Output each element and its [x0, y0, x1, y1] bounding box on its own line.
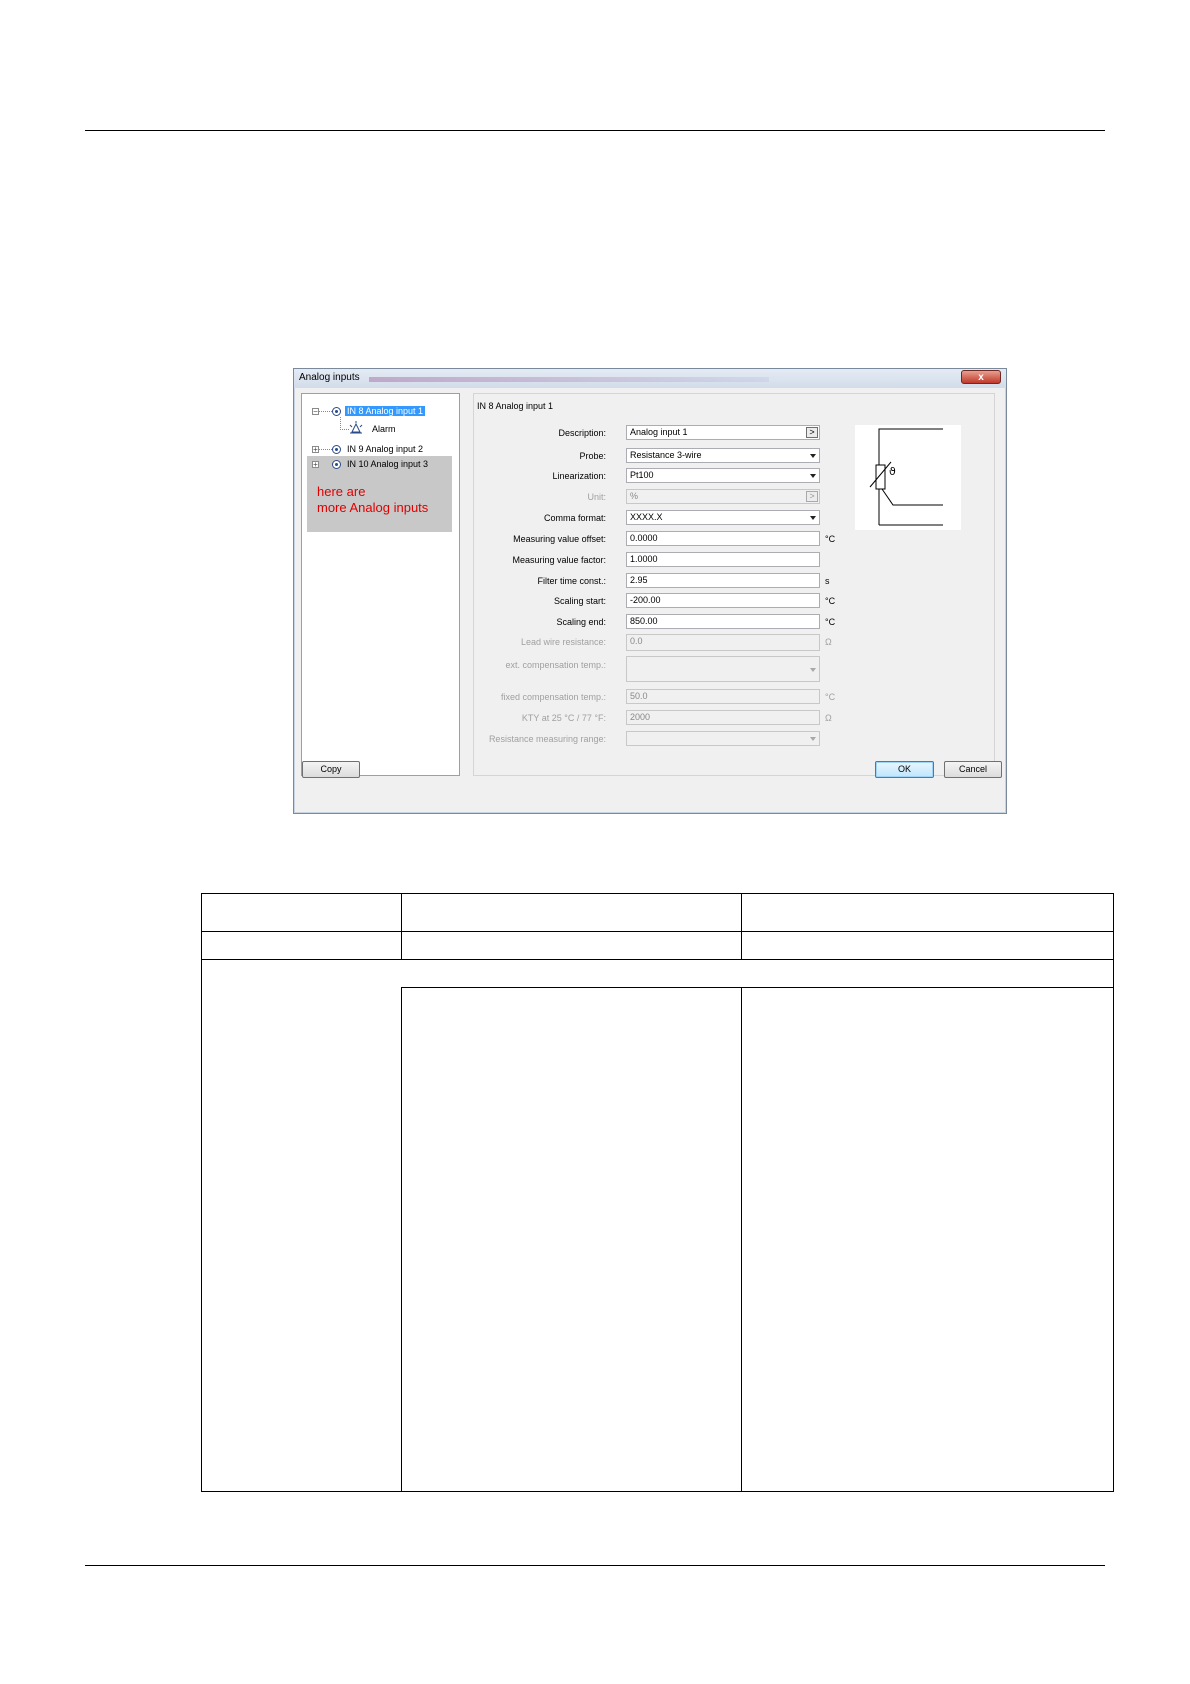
offset-input[interactable]: 0.0000 [626, 531, 820, 546]
lead-wire-input: 0.0 [626, 634, 820, 651]
factor-label: Measuring value factor: [512, 555, 606, 565]
fixed-comp-unit: °C [825, 692, 836, 702]
close-icon: x [978, 372, 984, 383]
offset-unit: °C [825, 534, 836, 544]
chevron-down-icon [810, 516, 816, 520]
field-value: Analog input 1 [630, 427, 688, 437]
overlay-line: here are [317, 484, 366, 499]
description-browse-button[interactable]: > [806, 427, 818, 438]
scaling-end-unit: °C [825, 617, 836, 627]
field-value: 0.0 [630, 636, 643, 646]
kty-input: 2000 [626, 710, 820, 725]
description-label: Description: [558, 428, 606, 438]
offset-label: Measuring value offset: [513, 534, 606, 544]
field-value: 0.0000 [630, 533, 658, 543]
table-rule [401, 894, 402, 959]
field-value: 850.00 [630, 616, 658, 626]
document-table [201, 893, 1114, 1492]
scaling-start-input[interactable]: -200.00 [626, 593, 820, 608]
kty-label: KTY at 25 °C / 77 °F: [521, 713, 606, 723]
input-tree[interactable]: − IN 8 Analog input 1 Alarm + IN 9 Analo… [301, 393, 460, 776]
tree-item-in10[interactable]: IN 10 Analog input 3 [347, 459, 428, 469]
table-rule [401, 987, 402, 1491]
tree-connector [319, 411, 332, 412]
tree-item-alarm[interactable]: Alarm [372, 424, 396, 434]
unit-browse-button: > [806, 491, 818, 502]
description-field[interactable]: Analog input 1 > [626, 425, 820, 440]
title-bar[interactable]: Analog inputs x [294, 369, 1006, 388]
fixed-comp-label: fixed compensation temp.: [500, 692, 606, 702]
kty-unit: Ω [825, 713, 832, 723]
resistance-3-wire-diagram: ϑ [855, 425, 961, 530]
lead-wire-label: Lead wire resistance: [520, 637, 606, 647]
unit-label: Unit: [587, 492, 606, 502]
analog-input-icon [332, 445, 341, 454]
expand-icon[interactable]: + [312, 446, 319, 454]
chevron-down-icon [810, 474, 816, 478]
probe-select[interactable]: Resistance 3-wire [626, 448, 820, 463]
tree-connector [340, 429, 349, 430]
field-value: 50.0 [630, 691, 648, 701]
field-value: Resistance 3-wire [630, 450, 702, 460]
range-select [626, 731, 820, 746]
collapse-icon[interactable]: − [312, 408, 319, 416]
alarm-icon [349, 421, 363, 434]
table-rule [401, 987, 1113, 988]
scaling-start-label: Scaling start: [553, 596, 606, 606]
table-rule [202, 959, 1113, 960]
close-button[interactable]: x [961, 370, 1001, 384]
field-value: -200.00 [630, 595, 661, 605]
title-glow [369, 377, 769, 382]
lead-wire-unit: Ω [825, 637, 832, 647]
field-value: XXXX.X [630, 512, 663, 522]
ok-button[interactable]: OK [875, 761, 934, 778]
dialog-title: Analog inputs [299, 372, 360, 383]
chevron-down-icon [810, 668, 816, 672]
tree-item-label: IN 8 Analog input 1 [345, 406, 426, 416]
probe-label: Probe: [579, 451, 606, 461]
ext-comp-label: ext. compensation temp.: [505, 660, 606, 670]
analog-input-icon [332, 407, 341, 416]
header-rule [85, 130, 1105, 131]
filter-input[interactable]: 2.95 [626, 573, 820, 588]
svg-text:ϑ: ϑ [889, 465, 896, 478]
footer-rule [85, 1565, 1105, 1566]
linearization-select[interactable]: Pt100 [626, 468, 820, 483]
analog-input-icon [332, 460, 341, 469]
tree-item-in8[interactable]: IN 8 Analog input 1 [345, 406, 426, 416]
range-label: Resistance measuring range: [488, 734, 606, 744]
field-value: 2.95 [630, 575, 648, 585]
field-value: 1.0000 [630, 554, 658, 564]
factor-input[interactable]: 1.0000 [626, 552, 820, 567]
tree-connector [319, 449, 332, 450]
tree-item-in9[interactable]: IN 9 Analog input 2 [347, 444, 423, 454]
unit-field: % > [626, 489, 820, 504]
field-value: Pt100 [630, 470, 654, 480]
linearization-label: Linearization: [552, 471, 606, 481]
field-value: % [630, 491, 639, 501]
filter-label: Filter time const.: [537, 576, 606, 586]
chevron-down-icon [810, 454, 816, 458]
group-title: IN 8 Analog input 1 [476, 401, 555, 411]
fixed-comp-input: 50.0 [626, 689, 820, 704]
table-rule [741, 894, 742, 959]
analog-inputs-dialog: Analog inputs x − IN 8 Analog input 1 Al… [293, 368, 1007, 814]
field-value: 2000 [630, 712, 651, 722]
comma-format-label: Comma format: [543, 513, 606, 523]
more-inputs-overlay: + IN 10 Analog input 3 here are more Ana… [307, 456, 452, 532]
table-rule [202, 931, 1113, 932]
overlay-line: more Analog inputs [317, 500, 429, 515]
overlay-note: here are more Analog inputs [317, 484, 428, 516]
copy-button[interactable]: Copy [302, 761, 360, 778]
comma-format-select[interactable]: XXXX.X [626, 510, 820, 525]
scaling-start-unit: °C [825, 596, 836, 606]
cancel-button[interactable]: Cancel [944, 761, 1002, 778]
ext-comp-select [626, 656, 820, 682]
table-rule [741, 987, 742, 1491]
filter-unit: s [825, 576, 830, 586]
scaling-end-label: Scaling end: [556, 617, 606, 627]
scaling-end-input[interactable]: 850.00 [626, 614, 820, 629]
chevron-down-icon [810, 737, 816, 741]
expand-icon[interactable]: + [312, 461, 319, 469]
